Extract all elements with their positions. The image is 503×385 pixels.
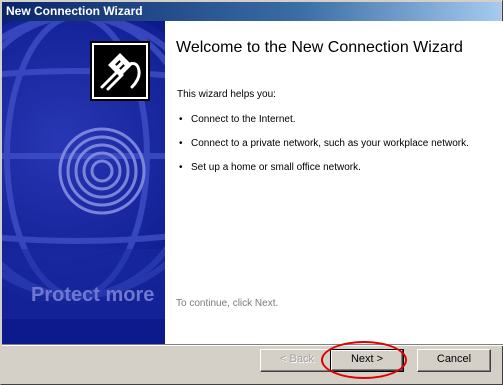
wizard-window: New Connection Wizard Protect more Welco… — [0, 0, 503, 385]
footer-divider — [2, 344, 503, 346]
feature-list: • Connect to the Internet. • Connect to … — [177, 113, 477, 185]
list-item-text: Connect to a private network, such as yo… — [191, 138, 469, 149]
intro-text: This wizard helps you: — [177, 89, 276, 100]
wizard-side-banner: Protect more — [2, 21, 165, 344]
continue-hint: To continue, click Next. — [176, 298, 279, 309]
list-item-text: Connect to the Internet. — [191, 114, 296, 125]
wizard-content-pane: Welcome to the New Connection Wizard Thi… — [165, 21, 503, 344]
bullet-icon: • — [179, 114, 183, 125]
next-button[interactable]: Next > — [330, 349, 404, 372]
page-title: Welcome to the New Connection Wizard — [176, 39, 463, 56]
title-bar[interactable]: New Connection Wizard — [2, 2, 501, 21]
back-button[interactable]: < Back — [260, 349, 334, 372]
cancel-button[interactable]: Cancel — [417, 349, 491, 372]
list-item: • Connect to the Internet. — [177, 113, 477, 126]
network-cable-icon — [90, 41, 150, 101]
bullet-icon: • — [179, 162, 183, 173]
bullet-icon: • — [179, 138, 183, 149]
banner-watermark-text: Protect more — [31, 284, 155, 306]
list-item: • Connect to a private network, such as … — [177, 137, 477, 150]
list-item-text: Set up a home or small office network. — [191, 162, 361, 173]
list-item: • Set up a home or small office network. — [177, 161, 477, 174]
window-title: New Connection Wizard — [6, 4, 143, 18]
